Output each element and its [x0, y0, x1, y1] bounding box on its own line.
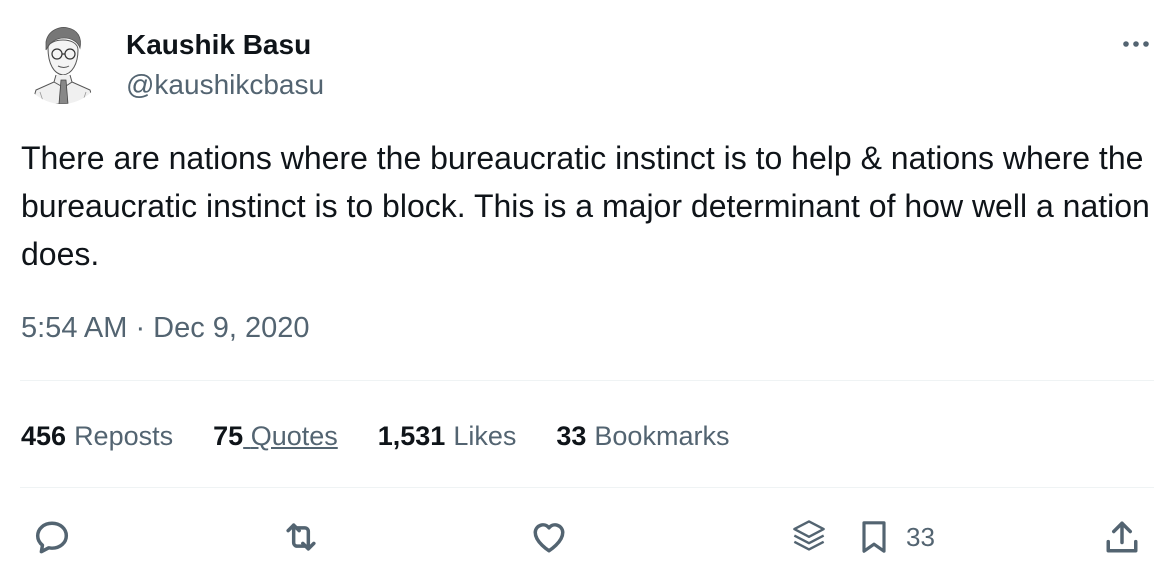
- reply-button[interactable]: [30, 513, 74, 561]
- engagement-stats: 456 Reposts 75 Quotes 1,531 Likes 33 Boo…: [21, 418, 769, 454]
- likes-label: Likes: [453, 421, 517, 451]
- bookmark-action-count: 33: [906, 521, 935, 552]
- repost-icon: [286, 523, 316, 551]
- author-display-name[interactable]: Kaushik Basu: [126, 28, 324, 62]
- author-handle[interactable]: @kaushikcbasu: [126, 68, 324, 102]
- divider: [20, 487, 1154, 488]
- like-button[interactable]: [527, 513, 571, 561]
- bookmarks-stat[interactable]: 33 Bookmarks: [556, 418, 729, 454]
- reply-icon: [35, 521, 69, 554]
- reposts-label: Reposts: [74, 421, 174, 451]
- likes-stat[interactable]: 1,531 Likes: [378, 418, 517, 454]
- author-avatar[interactable]: [20, 20, 104, 104]
- bookmark-button[interactable]: 33: [854, 513, 935, 561]
- repost-button[interactable]: [278, 513, 324, 561]
- bookmarks-label: Bookmarks: [594, 421, 730, 451]
- action-bar: 33: [0, 505, 1172, 569]
- divider: [20, 380, 1154, 381]
- tweet-text: There are nations where the bureaucratic…: [21, 140, 1159, 272]
- layers-icon: [793, 520, 825, 551]
- like-icon: [533, 523, 565, 553]
- likes-count: 1,531: [377, 421, 446, 451]
- avatar-sketch-icon: [20, 20, 104, 104]
- author-names: Kaushik Basu @kaushikcbasu: [126, 28, 324, 102]
- reposts-count: 456: [21, 421, 67, 451]
- more-options-button[interactable]: [1118, 30, 1154, 60]
- tweet-header: Kaushik Basu @kaushikcbasu: [20, 20, 1154, 110]
- quotes-stat[interactable]: 75 Quotes: [213, 418, 338, 454]
- tweet-detail: Kaushik Basu @kaushikcbasu There are nat…: [0, 0, 1172, 584]
- quotes-label: Quotes: [250, 421, 338, 451]
- share-icon: [1106, 521, 1138, 553]
- reposts-stat[interactable]: 456 Reposts: [21, 418, 173, 454]
- more-icon: [1123, 41, 1149, 47]
- tweet-timestamp[interactable]: 5:54 AM · Dec 9, 2020: [21, 310, 310, 346]
- share-button[interactable]: [1100, 513, 1144, 561]
- quotes-count: 75: [213, 421, 244, 451]
- layers-button[interactable]: [786, 513, 832, 561]
- bookmark-icon: [862, 521, 886, 553]
- bookmarks-count: 33: [556, 421, 587, 451]
